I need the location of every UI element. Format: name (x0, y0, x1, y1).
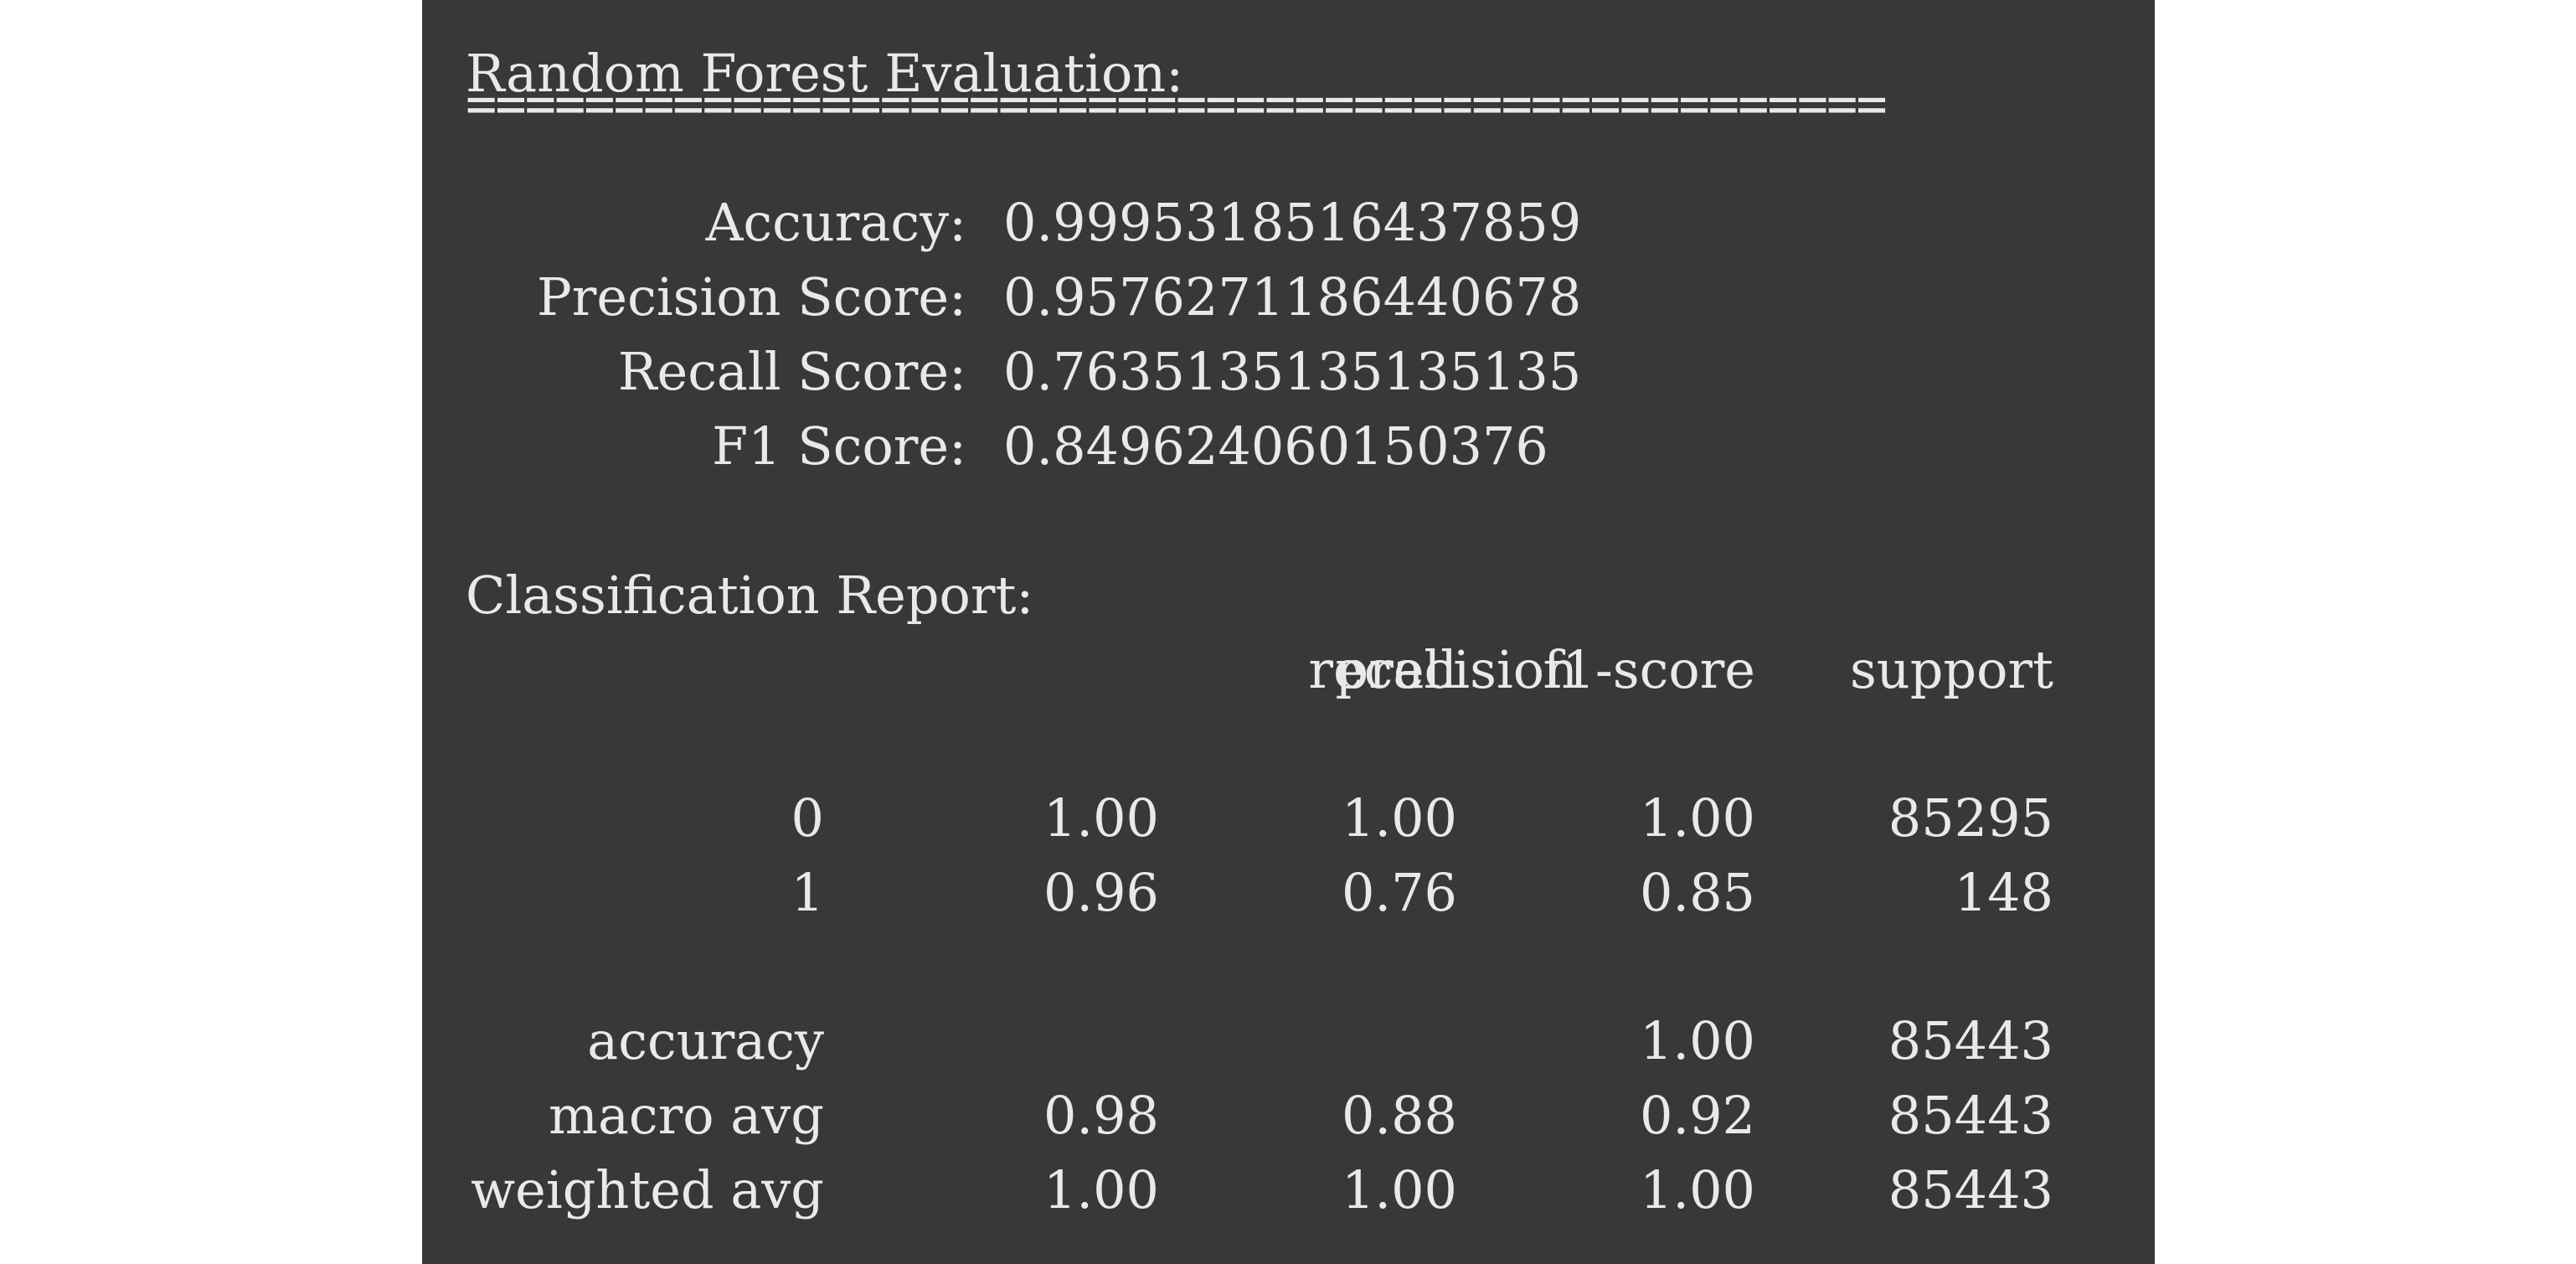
metric-label-recall: Recall Score: (617, 341, 966, 402)
metric-value-f1: 0.849624060150376 (1003, 415, 1548, 477)
metric-value-recall: 0.7635135135135135 (1003, 341, 1582, 402)
report-heading: Classification Report: (466, 565, 1034, 626)
separator-line: ========================================… (466, 73, 1888, 134)
support-cell: 85443 (1888, 1010, 2053, 1071)
metric-value-precision: 0.9576271186440678 (1003, 266, 1582, 328)
metric-value-accuracy: 0.9995318516437859 (1003, 192, 1582, 253)
metric-label-f1: F1 Score: (712, 415, 966, 477)
support-cell: 85443 (1888, 1159, 2053, 1220)
support-cell: 148 (1954, 862, 2053, 923)
metric-label-precision: Precision Score: (537, 266, 966, 328)
support-cell: 85443 (1888, 1085, 2053, 1146)
notebook-output-panel: Random Forest Evaluation: ==============… (422, 0, 2155, 1264)
support-cell: 85295 (1888, 787, 2053, 849)
column-header-support: support (1849, 639, 2053, 700)
metric-label-accuracy: Accuracy: (705, 192, 966, 253)
